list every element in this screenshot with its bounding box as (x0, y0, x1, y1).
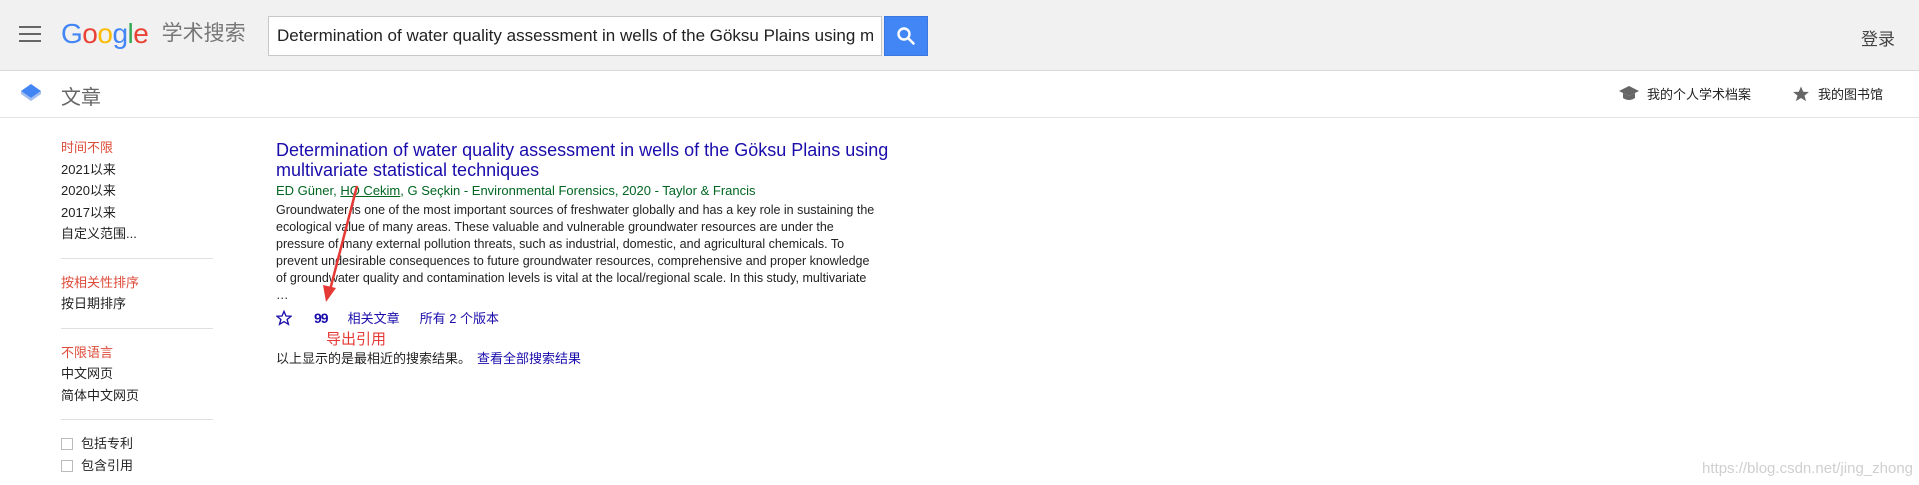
search-icon (897, 27, 915, 45)
watermark: https://blog.csdn.net/jing_zhong (1702, 460, 1913, 477)
author-link[interactable]: HO Cekim (340, 183, 400, 198)
result-title-link[interactable]: Determination of water quality assessmen… (276, 140, 936, 180)
include-patents-label: 包括专利 (81, 436, 134, 451)
author-rest: , G Seçkin - Environmental Forensics, 20… (400, 183, 756, 198)
divider (61, 327, 213, 329)
scholar-cap-icon (1619, 85, 1639, 100)
view-all-results-link[interactable]: 查看全部搜索结果 (477, 351, 581, 366)
all-versions-link[interactable]: 所有 2 个版本 (420, 308, 499, 327)
search-button[interactable] (884, 16, 928, 56)
logo-letter: G (61, 18, 83, 49)
include-patents-option[interactable]: 包括专利 (61, 433, 216, 455)
filter-since-2021[interactable]: 2021以来 (61, 159, 216, 181)
google-scholar-logo[interactable]: Google 学术搜索 (61, 17, 246, 51)
logo-letter: o (97, 18, 113, 49)
page-title: 文章 (61, 87, 101, 109)
closest-results-note: 以上显示的是最相近的搜索结果。 查看全部搜索结果 (276, 348, 581, 367)
top-header: Google 学术搜索 登录 (0, 0, 1919, 71)
logo-letter: e (133, 18, 149, 49)
include-citations-checkbox[interactable] (61, 460, 73, 472)
filter-since-2020[interactable]: 2020以来 (61, 180, 216, 202)
my-profile-label: 我的个人学术档案 (1647, 87, 1752, 102)
save-star-button[interactable] (276, 309, 294, 327)
articles-icon (21, 84, 41, 101)
login-link[interactable]: 登录 (1861, 25, 1895, 50)
filter-simplified-chinese-pages[interactable]: 简体中文网页 (61, 385, 216, 407)
sort-by-relevance[interactable]: 按相关性排序 (61, 272, 216, 294)
my-profile-link[interactable]: 我的个人学术档案 (1619, 84, 1751, 103)
star-icon (1793, 86, 1809, 101)
filter-sidebar: 时间不限 2021以来 2020以来 2017以来 自定义范围... 按相关性排… (61, 137, 216, 477)
sort-by-date[interactable]: 按日期排序 (61, 293, 216, 315)
star-outline-icon (276, 309, 292, 326)
include-patents-checkbox[interactable] (61, 438, 73, 450)
search-result: Determination of water quality assessmen… (276, 140, 956, 327)
include-citations-option[interactable]: 包含引用 (61, 455, 216, 477)
logo-letter: g (112, 18, 128, 49)
cite-quote-icon[interactable]: 99 (314, 310, 329, 326)
filter-any-language[interactable]: 不限语言 (61, 342, 216, 364)
filter-any-time[interactable]: 时间不限 (61, 137, 216, 159)
author-first: ED Güner, (276, 183, 341, 198)
logo-letter: o (82, 18, 98, 49)
search-input[interactable] (269, 17, 881, 55)
sub-header: 文章 我的个人学术档案 我的图书馆 (0, 71, 1919, 118)
filter-custom-range[interactable]: 自定义范围... (61, 223, 216, 245)
logo-suffix: 学术搜索 (161, 21, 246, 45)
export-citation-annotation: 导出引用 (326, 331, 387, 348)
divider (61, 257, 213, 259)
result-actions: 99 相关文章 所有 2 个版本 (276, 308, 956, 327)
filter-chinese-pages[interactable]: 中文网页 (61, 363, 216, 385)
divider (61, 419, 213, 420)
result-snippet: Groundwater is one of the most important… (276, 203, 875, 302)
my-library-link[interactable]: 我的图书馆 (1792, 84, 1883, 103)
related-articles-link[interactable]: 相关文章 (348, 308, 400, 327)
my-library-label: 我的图书馆 (1818, 87, 1884, 102)
hamburger-menu-icon[interactable] (19, 26, 41, 43)
closest-results-text: 以上显示的是最相近的搜索结果。 (276, 351, 472, 366)
result-authors: ED Güner, HO Cekim, G Seçkin - Environme… (276, 183, 956, 199)
filter-since-2017[interactable]: 2017以来 (61, 202, 216, 224)
include-citations-label: 包含引用 (81, 458, 134, 473)
search-box (268, 16, 882, 56)
